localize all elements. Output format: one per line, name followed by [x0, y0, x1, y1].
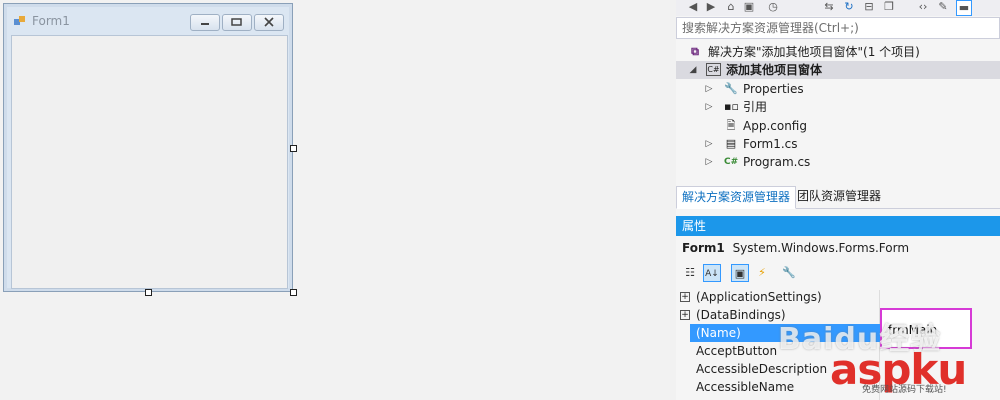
maximize-button[interactable]: [222, 14, 252, 31]
back-icon[interactable]: ◀: [686, 0, 700, 14]
properties-object-selector[interactable]: Form1 System.Windows.Forms.Form: [676, 238, 1000, 258]
csharp-project-icon: C#: [706, 63, 721, 76]
project-label: 添加其他项目窗体: [726, 63, 823, 77]
tree-project-node[interactable]: ◢ C# 添加其他项目窗体: [676, 61, 1000, 79]
form1-client-area[interactable]: [11, 35, 288, 289]
property-name: (DataBindings): [696, 308, 786, 322]
property-pages-icon[interactable]: 🔧: [780, 264, 798, 282]
tree-item-properties[interactable]: ▷ 🔧 Properties: [676, 80, 1000, 98]
close-button[interactable]: [254, 14, 284, 31]
solution-icon: ⧉: [691, 45, 699, 58]
tab-team-explorer[interactable]: 团队资源管理器: [792, 186, 886, 207]
resize-handle-bottom[interactable]: [145, 289, 152, 296]
code-view-icon[interactable]: ‹›: [916, 0, 930, 14]
expand-arrow-icon[interactable]: ▷: [704, 98, 714, 116]
object-name: Form1: [682, 241, 725, 255]
history-icon[interactable]: ◷: [766, 0, 780, 14]
sync-icon[interactable]: ⇆: [822, 0, 836, 14]
expand-plus-icon[interactable]: +: [680, 310, 690, 320]
events-lightning-icon[interactable]: ⚡: [753, 264, 771, 282]
minimize-button[interactable]: [190, 14, 220, 31]
properties-toolbar: ☷ A↓ ▣ ⚡ 🔧: [676, 262, 1000, 284]
expand-plus-icon[interactable]: +: [680, 292, 690, 302]
explorer-tab-strip: 解决方案资源管理器 团队资源管理器: [676, 186, 1000, 209]
resize-handle-corner[interactable]: [290, 289, 297, 296]
categorized-icon[interactable]: ☷: [681, 264, 699, 282]
alphabetical-icon[interactable]: A↓: [703, 264, 721, 282]
property-name: AcceptButton: [696, 344, 778, 358]
solution-explorer-search[interactable]: 搜索解决方案资源管理器(Ctrl+;): [676, 17, 1000, 39]
form-designer-surface[interactable]: Form1: [0, 0, 670, 400]
search-placeholder: 搜索解决方案资源管理器(Ctrl+;): [682, 21, 859, 35]
tree-item-label: Form1.cs: [743, 137, 798, 151]
properties-icon[interactable]: ✎: [936, 0, 950, 14]
tab-solution-explorer[interactable]: 解决方案资源管理器: [676, 186, 797, 209]
tree-item-label: 引用: [743, 100, 768, 114]
tree-item-program[interactable]: ▷ C# Program.cs: [676, 153, 1000, 171]
aspku-watermark-subtitle: 免费网站源码下载站!: [862, 385, 947, 395]
maximize-icon: [231, 18, 242, 26]
tree-item-label: Properties: [743, 82, 804, 96]
expand-arrow-icon[interactable]: ▷: [704, 135, 714, 153]
close-icon: [264, 17, 274, 27]
expand-arrow-icon[interactable]: ▷: [704, 80, 714, 98]
form-app-icon: [14, 16, 25, 25]
tree-solution-node[interactable]: ⧉ 解决方案"添加其他项目窗体"(1 个项目): [676, 43, 1000, 61]
form1-title: Form1: [32, 14, 70, 28]
solution-view-icon[interactable]: ▣: [742, 0, 756, 14]
config-file-icon: 🗎: [726, 119, 736, 132]
home-icon[interactable]: ⌂: [724, 0, 738, 14]
properties-view-icon[interactable]: ▣: [731, 264, 749, 282]
property-name: (ApplicationSettings): [696, 290, 822, 304]
tree-item-references[interactable]: ▷ ▪▫ 引用: [676, 98, 1000, 116]
refresh-icon[interactable]: ↻: [842, 0, 856, 14]
tree-item-label: Program.cs: [743, 155, 811, 169]
object-type: System.Windows.Forms.Form: [732, 241, 910, 255]
collapse-all-icon[interactable]: ⊟: [862, 0, 876, 14]
references-icon: ▪▫: [724, 100, 739, 113]
forward-icon[interactable]: ▶: [704, 0, 718, 14]
minimize-icon: [201, 23, 209, 25]
properties-window-header[interactable]: 属性: [676, 216, 1000, 236]
tree-item-app-config[interactable]: 🗎 App.config: [676, 117, 1000, 135]
property-name: (Name): [696, 326, 741, 340]
tree-item-form1[interactable]: ▷ ▤ Form1.cs: [676, 135, 1000, 153]
solution-explorer-toolbar: ◀ ▶ ⌂ ▣ ◷ ⇆ ↻ ⊟ ❐ ‹› ✎ ▬: [676, 0, 1000, 16]
collapse-arrow-icon[interactable]: ◢: [688, 61, 698, 79]
csharp-file-icon: C#: [724, 157, 739, 167]
resize-handle-right[interactable]: [290, 145, 297, 152]
tree-item-label: App.config: [743, 119, 807, 133]
form1-title-bar[interactable]: Form1: [8, 8, 288, 34]
form-file-icon: ▤: [725, 137, 737, 150]
property-name: AccessibleDescription: [696, 362, 828, 376]
solution-label: 解决方案"添加其他项目窗体"(1 个项目): [708, 45, 920, 59]
property-name: AccessibleName: [696, 380, 795, 394]
copy-icon[interactable]: ❐: [882, 0, 896, 14]
auto-hide-icon[interactable]: ▬: [956, 0, 972, 16]
expand-arrow-icon[interactable]: ▷: [704, 153, 714, 171]
property-row[interactable]: + (ApplicationSettings): [676, 288, 1000, 306]
form1-window[interactable]: Form1: [3, 3, 293, 292]
wrench-icon: 🔧: [724, 82, 738, 95]
